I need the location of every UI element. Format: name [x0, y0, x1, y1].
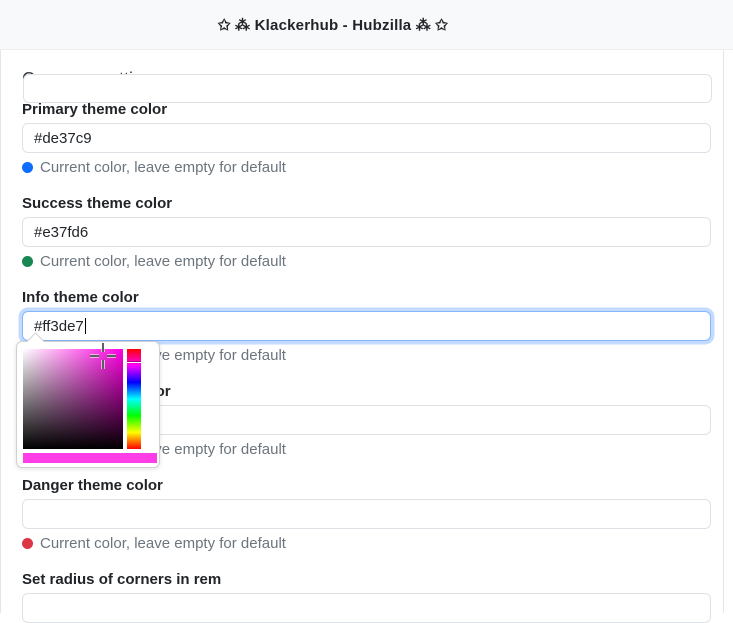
- hue-slider[interactable]: [127, 349, 141, 449]
- site-title: ✩ ⁂ Klackerhub - Hubzilla ⁂ ✩: [217, 17, 449, 34]
- info-color-value: #ff3de7: [34, 317, 84, 335]
- info-color-input[interactable]: #ff3de7: [22, 311, 711, 341]
- success-color-label: Success theme color: [22, 195, 173, 212]
- corner-radius-label: Set radius of corners in rem: [22, 571, 222, 588]
- crosshair-icon[interactable]: [90, 343, 116, 369]
- danger-color-label: Danger theme color: [22, 477, 163, 494]
- primary-color-label: Primary theme color: [22, 101, 168, 118]
- danger-help-line: Current color, leave empty for default: [22, 535, 713, 552]
- success-color-input[interactable]: [22, 217, 711, 247]
- primary-color-group: Primary theme color Current color, leave…: [22, 101, 713, 176]
- danger-color-dot: [22, 538, 33, 549]
- info-color-label: Info theme color: [22, 289, 139, 306]
- success-color-group: Success theme color Current color, leave…: [22, 195, 713, 270]
- color-picker-popup: [16, 332, 160, 468]
- text-cursor: [84, 318, 86, 334]
- danger-color-group: Danger theme color Current color, leave …: [22, 477, 713, 552]
- primary-color-input[interactable]: [22, 123, 711, 153]
- success-help-line: Current color, leave empty for default: [22, 253, 713, 270]
- top-navbar: ✩ ⁂ Klackerhub - Hubzilla ⁂ ✩: [0, 0, 733, 50]
- success-color-dot: [22, 256, 33, 267]
- settings-panel: Common settings Primary theme color Curr…: [0, 50, 724, 623]
- danger-color-input[interactable]: [22, 499, 711, 529]
- hue-slider-handle[interactable]: [127, 362, 141, 363]
- saturation-square[interactable]: [23, 343, 123, 449]
- primary-color-dot: [22, 162, 33, 173]
- primary-help-text: Current color, leave empty for default: [40, 159, 286, 176]
- current-color-preview: [23, 453, 157, 463]
- danger-help-text: Current color, leave empty for default: [40, 535, 286, 552]
- primary-help-line: Current color, leave empty for default: [22, 159, 713, 176]
- corner-radius-group: Set radius of corners in rem: [22, 571, 713, 623]
- success-help-text: Current color, leave empty for default: [40, 253, 286, 270]
- corner-radius-input[interactable]: [22, 593, 711, 623]
- scrolled-input-remnant[interactable]: [23, 74, 712, 103]
